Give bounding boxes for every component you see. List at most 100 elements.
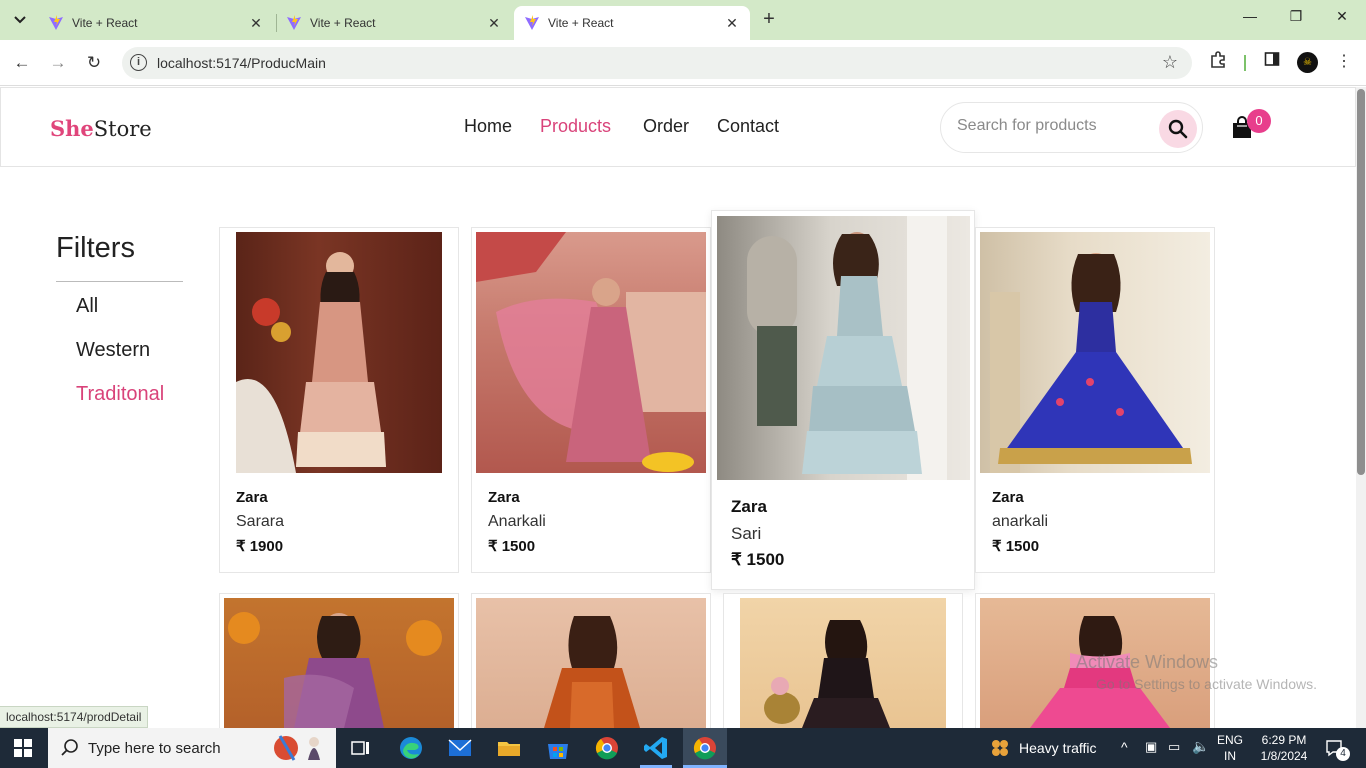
site-header: SheStore Home Products Order Contact 0 bbox=[0, 87, 1356, 167]
product-image[interactable] bbox=[476, 598, 706, 728]
search-input[interactable] bbox=[957, 117, 1147, 135]
weather-status[interactable]: Heavy traffic bbox=[1019, 740, 1097, 756]
link-status-bar: localhost:5174/prodDetail bbox=[0, 706, 149, 728]
profile-avatar[interactable]: ☠ bbox=[1297, 52, 1318, 73]
activate-windows-watermark: Activate Windows bbox=[1076, 652, 1219, 672]
nav-products[interactable]: Products bbox=[540, 116, 611, 137]
address-url[interactable]: localhost:5174/ProducMain bbox=[157, 55, 326, 71]
product-name: Sari bbox=[731, 524, 762, 543]
task-view-icon[interactable] bbox=[346, 734, 374, 762]
activate-windows-subtext: Go to Settings to activate Windows. bbox=[1096, 676, 1317, 692]
mail-icon[interactable] bbox=[446, 734, 474, 762]
search-box bbox=[940, 102, 1203, 153]
toolbar-divider bbox=[1244, 55, 1246, 71]
chrome-active-icon[interactable] bbox=[691, 734, 719, 762]
chevron-down-icon bbox=[14, 16, 26, 24]
site-info-icon[interactable]: i bbox=[130, 54, 147, 71]
product-image[interactable] bbox=[980, 232, 1210, 473]
close-icon[interactable]: ✕ bbox=[724, 15, 740, 32]
microsoft-store-icon[interactable] bbox=[544, 734, 572, 762]
filter-traditional[interactable]: Traditonal bbox=[76, 383, 164, 406]
tab-search-menu-button[interactable] bbox=[8, 8, 32, 32]
reload-icon[interactable]: ↻ bbox=[83, 52, 105, 74]
filters-title: Filters bbox=[56, 232, 135, 264]
network-icon[interactable]: ▭ bbox=[1168, 739, 1180, 755]
forward-arrow-icon[interactable]: → bbox=[47, 52, 69, 74]
product-card[interactable] bbox=[219, 593, 459, 743]
chrome-icon[interactable] bbox=[593, 734, 621, 762]
windows-taskbar: Type here to search Heavy traffic ^ ▣ ▭ … bbox=[0, 728, 1366, 768]
product-image[interactable] bbox=[740, 598, 946, 728]
product-name: Anarkali bbox=[488, 513, 546, 530]
filters-divider bbox=[56, 281, 183, 282]
product-card[interactable] bbox=[471, 593, 711, 743]
product-image[interactable] bbox=[224, 598, 454, 728]
browser-tab-1[interactable]: Vite + React ✕ bbox=[38, 6, 274, 40]
minimize-icon[interactable]: — bbox=[1240, 8, 1260, 24]
nav-order[interactable]: Order bbox=[643, 116, 689, 137]
product-image[interactable] bbox=[717, 216, 970, 480]
product-price: ₹ 1500 bbox=[731, 550, 785, 569]
tab-title: Vite + React bbox=[310, 16, 376, 30]
volume-icon[interactable]: 🔈 bbox=[1192, 738, 1209, 755]
close-window-icon[interactable]: ✕ bbox=[1332, 8, 1352, 25]
product-brand: Zara bbox=[236, 489, 268, 506]
product-image[interactable] bbox=[476, 232, 706, 473]
notification-count-badge: 4 bbox=[1336, 747, 1350, 761]
filter-all[interactable]: All bbox=[76, 295, 98, 318]
search-icon bbox=[1168, 119, 1188, 139]
browser-toolbar: ← → ↻ i localhost:5174/ProducMain ☆ ☠ ⋮ bbox=[0, 40, 1366, 86]
product-card[interactable]: Zara Anarkali ₹ 1500 bbox=[471, 227, 711, 573]
product-brand: Zara bbox=[992, 489, 1024, 506]
extensions-puzzle-icon[interactable] bbox=[1207, 51, 1229, 73]
language-in[interactable]: IN bbox=[1217, 749, 1243, 763]
vite-favicon-icon bbox=[525, 15, 539, 30]
windows-start-icon[interactable] bbox=[14, 739, 32, 757]
site-logo[interactable]: SheStore bbox=[50, 116, 152, 141]
tab-title: Vite + React bbox=[548, 16, 614, 30]
clock-time[interactable]: 6:29 PM bbox=[1254, 733, 1314, 747]
close-icon[interactable]: ✕ bbox=[486, 15, 502, 32]
product-name: Sarara bbox=[236, 513, 285, 530]
restore-icon[interactable]: ❐ bbox=[1286, 8, 1306, 25]
logo-store: Store bbox=[93, 117, 152, 141]
taskbar-search-box[interactable]: Type here to search bbox=[48, 728, 336, 768]
close-icon[interactable]: ✕ bbox=[248, 15, 264, 32]
browser-tab-strip: Vite + React ✕ Vite + React ✕ Vite + Rea… bbox=[0, 0, 1366, 40]
product-brand: Zara bbox=[488, 489, 520, 506]
product-image[interactable] bbox=[236, 232, 442, 473]
kebab-menu-icon[interactable]: ⋮ bbox=[1333, 51, 1355, 73]
edge-browser-icon[interactable] bbox=[397, 734, 425, 762]
product-card[interactable]: Zara Sarara ₹ 1900 bbox=[219, 227, 459, 573]
browser-tab-3-active[interactable]: Vite + React ✕ bbox=[514, 6, 750, 40]
traffic-icon[interactable] bbox=[988, 736, 1012, 760]
search-icon bbox=[61, 739, 78, 756]
scrollbar-thumb[interactable] bbox=[1357, 89, 1365, 475]
bookmark-star-icon[interactable]: ☆ bbox=[1162, 52, 1178, 73]
product-price: ₹ 1900 bbox=[236, 538, 284, 555]
back-arrow-icon[interactable]: ← bbox=[11, 52, 33, 74]
new-tab-button[interactable]: + bbox=[758, 8, 780, 31]
search-highlight-art-icon bbox=[274, 735, 320, 761]
language-eng[interactable]: ENG bbox=[1217, 733, 1243, 747]
taskbar-search-placeholder: Type here to search bbox=[88, 740, 221, 757]
file-explorer-icon[interactable] bbox=[495, 734, 523, 762]
clock-date[interactable]: 1/8/2024 bbox=[1254, 749, 1314, 763]
tab-title: Vite + React bbox=[72, 16, 138, 30]
filter-western[interactable]: Western bbox=[76, 339, 150, 362]
product-card[interactable] bbox=[723, 593, 963, 743]
device-icon[interactable]: ▣ bbox=[1145, 739, 1157, 755]
browser-tab-2[interactable]: Vite + React ✕ bbox=[276, 6, 512, 40]
product-price: ₹ 1500 bbox=[992, 538, 1040, 555]
tray-chevron-icon[interactable]: ^ bbox=[1121, 739, 1128, 755]
vscode-icon[interactable] bbox=[642, 734, 670, 762]
side-panel-icon[interactable] bbox=[1261, 51, 1283, 73]
nav-contact[interactable]: Contact bbox=[717, 116, 779, 137]
product-card-hovered[interactable]: Zara Sari ₹ 1500 bbox=[711, 210, 975, 590]
address-bar[interactable]: i localhost:5174/ProducMain ☆ bbox=[122, 47, 1192, 79]
nav-home[interactable]: Home bbox=[464, 116, 512, 137]
product-card[interactable]: Zara anarkali ₹ 1500 bbox=[975, 227, 1215, 573]
cart-count-badge: 0 bbox=[1247, 109, 1271, 133]
search-button[interactable] bbox=[1159, 110, 1197, 148]
logo-she: She bbox=[50, 116, 94, 141]
